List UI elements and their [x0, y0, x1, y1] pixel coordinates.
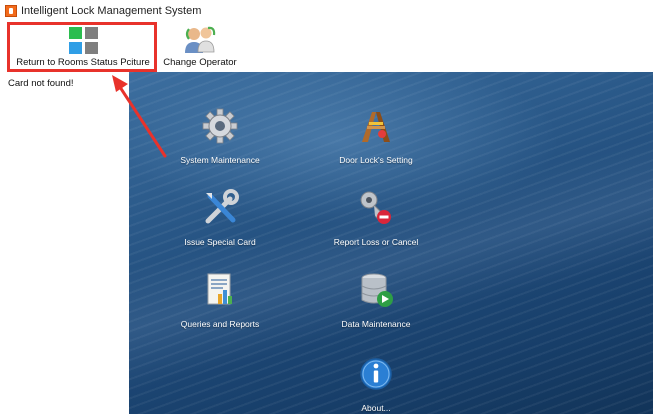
database-icon [361, 273, 393, 307]
menu-queries-and-reports[interactable]: Queries and Reports [155, 270, 285, 332]
return-to-rooms-status-button[interactable]: Return to Rooms Status Pciture [8, 24, 158, 70]
window-title: Intelligent Lock Management System [21, 5, 202, 17]
menu-data-maintenance[interactable]: Data Maintenance [311, 270, 441, 332]
main-menu-panel: System Maintenance Door Lock's Setting I… [129, 72, 653, 414]
menu-issue-special-card-label: Issue Special Card [184, 237, 256, 247]
change-operator-button[interactable]: Change Operator [160, 24, 240, 70]
info-icon [360, 358, 392, 390]
menu-about-label: About... [361, 403, 391, 413]
lock-setting-icon [362, 112, 390, 142]
menu-queries-and-reports-label: Queries and Reports [180, 319, 260, 329]
report-icon [207, 273, 232, 305]
operator-icon [185, 26, 216, 53]
menu-issue-special-card[interactable]: Issue Special Card [155, 188, 285, 250]
menu-report-loss-or-cancel-label: Report Loss or Cancel [333, 237, 419, 247]
change-operator-label: Change Operator [163, 57, 237, 68]
title-bar: Intelligent Lock Management System [0, 0, 653, 22]
gear-icon [202, 108, 238, 144]
menu-door-lock-setting[interactable]: Door Lock's Setting [311, 106, 441, 168]
tools-icon [205, 189, 239, 224]
menu-about[interactable]: About... [311, 354, 441, 414]
menu-system-maintenance-label: System Maintenance [180, 155, 260, 165]
menu-system-maintenance[interactable]: System Maintenance [155, 106, 285, 168]
menu-door-lock-setting-label: Door Lock's Setting [339, 155, 413, 165]
key-cancel-icon [360, 191, 391, 224]
status-message: Card not found! [8, 78, 74, 89]
menu-report-loss-or-cancel[interactable]: Report Loss or Cancel [311, 188, 441, 250]
menu-data-maintenance-label: Data Maintenance [341, 319, 411, 329]
room-grid-icon [68, 27, 98, 54]
return-to-rooms-status-label: Return to Rooms Status Pciture [16, 57, 150, 68]
app-lock-icon [5, 5, 17, 17]
